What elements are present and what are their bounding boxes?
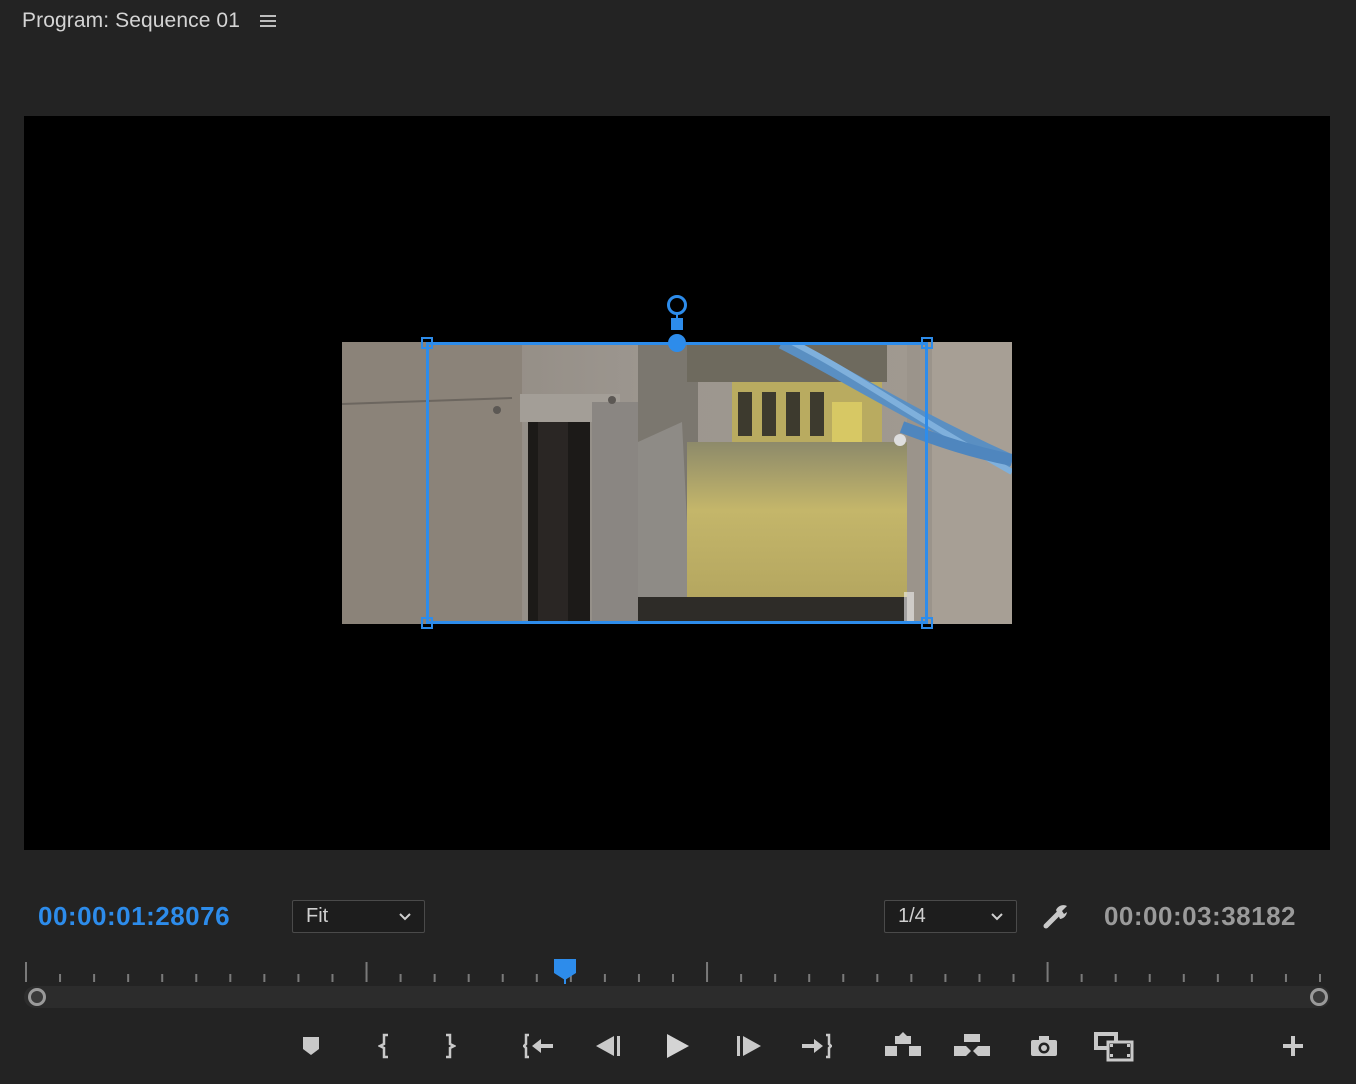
current-timecode[interactable]: 00:00:01:28076 bbox=[38, 901, 230, 932]
duration-timecode: 00:00:03:38182 bbox=[1103, 901, 1296, 931]
zoom-level-select[interactable]: Fit bbox=[292, 900, 425, 933]
camera-icon bbox=[1031, 1036, 1057, 1056]
rotation-handle[interactable] bbox=[667, 295, 687, 315]
export-frame-button[interactable] bbox=[1026, 1028, 1062, 1064]
resize-handle-top-left[interactable] bbox=[421, 337, 433, 349]
position-handle[interactable] bbox=[671, 318, 683, 330]
transform-bounding-box[interactable] bbox=[421, 295, 933, 629]
scroll-start-handle[interactable] bbox=[28, 988, 46, 1006]
playback-resolution-select[interactable]: 1/4 bbox=[884, 900, 1017, 933]
plus-icon bbox=[1283, 1036, 1303, 1056]
resize-handle-bottom-right[interactable] bbox=[921, 617, 933, 629]
mark-out-button[interactable] bbox=[431, 1028, 467, 1064]
go-to-in-button[interactable] bbox=[521, 1028, 557, 1064]
program-monitor-panel: Program: Sequence 01 00:00:01:28076 Fit … bbox=[0, 0, 1356, 1084]
resize-handle-bottom-left[interactable] bbox=[421, 617, 433, 629]
go-to-in-icon bbox=[523, 1033, 553, 1059]
step-forward-icon bbox=[737, 1036, 761, 1056]
step-forward-button[interactable] bbox=[731, 1028, 767, 1064]
comparison-view-icon bbox=[1094, 1032, 1134, 1062]
anchor-point-handle[interactable] bbox=[668, 334, 686, 352]
extract-icon bbox=[954, 1034, 990, 1056]
lift-button[interactable] bbox=[883, 1028, 923, 1064]
panel-header: Program: Sequence 01 bbox=[22, 6, 278, 36]
zoom-level-value: Fit bbox=[306, 905, 329, 927]
resize-handle-top-right[interactable] bbox=[921, 337, 933, 349]
panel-title: Program: Sequence 01 bbox=[22, 9, 240, 32]
playback-resolution-value: 1/4 bbox=[898, 905, 926, 927]
wrench-icon[interactable] bbox=[1040, 900, 1072, 932]
button-editor-button[interactable] bbox=[1275, 1028, 1311, 1064]
chevron-down-icon bbox=[399, 913, 411, 921]
mark-in-icon bbox=[378, 1033, 388, 1059]
play-button[interactable] bbox=[659, 1028, 695, 1064]
time-ruler[interactable] bbox=[24, 956, 1324, 986]
go-to-out-button[interactable] bbox=[798, 1028, 834, 1064]
scroll-end-handle[interactable] bbox=[1310, 988, 1328, 1006]
extract-button[interactable] bbox=[952, 1028, 992, 1064]
mark-in-button[interactable] bbox=[367, 1028, 403, 1064]
playhead[interactable] bbox=[554, 959, 576, 984]
chevron-down-icon bbox=[991, 913, 1003, 921]
marker-icon bbox=[303, 1037, 319, 1055]
lift-icon bbox=[885, 1032, 921, 1056]
add-marker-button[interactable] bbox=[293, 1028, 329, 1064]
program-viewer[interactable] bbox=[24, 116, 1330, 850]
step-back-icon bbox=[596, 1036, 620, 1056]
timeline-zoom-scrollbar[interactable] bbox=[24, 986, 1330, 1008]
mark-out-icon bbox=[446, 1033, 456, 1059]
go-to-out-icon bbox=[802, 1033, 832, 1059]
play-icon bbox=[667, 1034, 689, 1058]
comparison-view-button[interactable] bbox=[1092, 1028, 1134, 1064]
hamburger-menu-icon[interactable] bbox=[259, 14, 278, 28]
step-back-button[interactable] bbox=[590, 1028, 626, 1064]
